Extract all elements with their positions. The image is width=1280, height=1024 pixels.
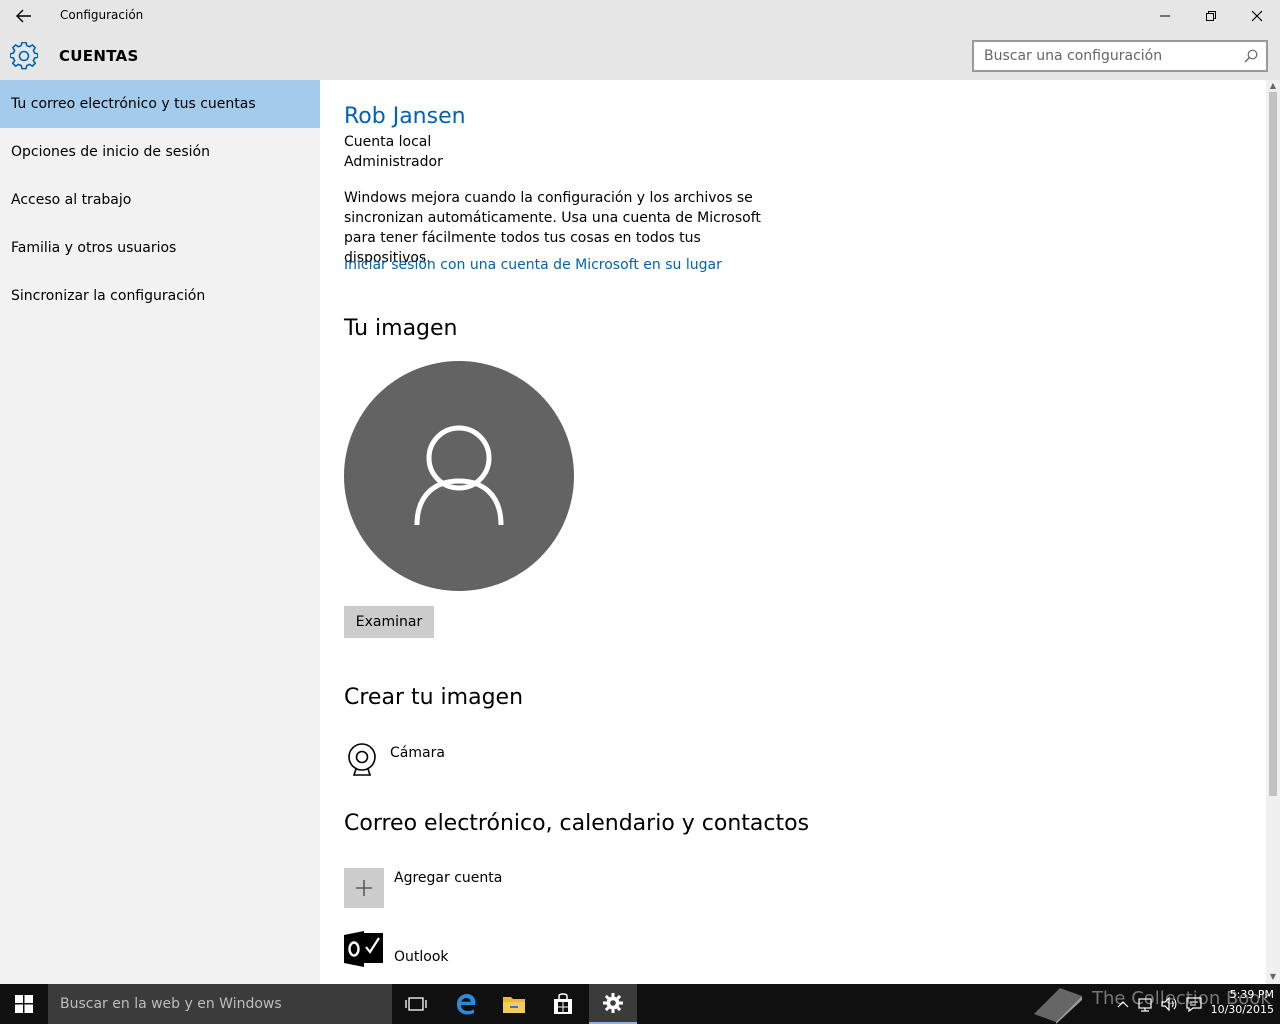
camera-label: Cámara — [390, 745, 445, 761]
avatar — [344, 361, 574, 591]
account-type: Cuenta local — [344, 134, 432, 150]
scroll-thumb[interactable] — [1269, 92, 1277, 796]
volume-icon[interactable] — [1160, 994, 1178, 1014]
sidebar-item-email-accounts[interactable]: Tu correo electrónico y tus cuentas — [0, 80, 320, 128]
task-view-icon — [405, 997, 427, 1011]
folder-icon — [503, 997, 525, 1013]
add-account-option[interactable]: Agregar cuenta — [344, 868, 604, 910]
store-button[interactable] — [539, 984, 587, 1024]
outlook-icon — [344, 931, 383, 967]
camera-option[interactable]: Cámara — [344, 742, 544, 782]
gear-icon — [10, 42, 38, 70]
outlook-label: Outlook — [394, 949, 449, 965]
title-bar: Configuración — [0, 0, 1280, 32]
sidebar-item-work-access[interactable]: Acceso al trabajo — [0, 176, 320, 224]
create-picture-heading: Crear tu imagen — [344, 685, 524, 710]
system-clock[interactable]: 5:39 PM 10/30/2015 — [1206, 987, 1274, 1017]
minimize-icon — [1160, 15, 1170, 17]
taskbar: Buscar en la web y en Windows The Collec… — [0, 984, 1280, 1024]
edge-icon — [457, 994, 476, 1015]
sidebar-item-sync-settings[interactable]: Sincronizar la configuración — [0, 272, 320, 320]
back-arrow-icon — [16, 9, 31, 23]
settings-search[interactable] — [972, 40, 1268, 72]
edge-button[interactable] — [442, 984, 490, 1024]
network-icon[interactable] — [1136, 994, 1154, 1014]
sidebar-item-family[interactable]: Familia y otros usuarios — [0, 224, 320, 272]
start-button[interactable] — [0, 984, 48, 1024]
outlook-account[interactable]: Outlook — [344, 929, 604, 969]
restore-button[interactable] — [1188, 0, 1234, 32]
main-content: Rob Jansen Cuenta local Administrador Wi… — [320, 80, 1266, 984]
settings-gear-icon — [603, 993, 623, 1013]
settings-taskbar-button[interactable] — [589, 984, 637, 1024]
close-icon — [1251, 10, 1263, 22]
email-accounts-heading: Correo electrónico, calendario y contact… — [344, 811, 810, 836]
store-icon — [554, 993, 572, 1014]
picture-heading: Tu imagen — [344, 316, 458, 341]
back-button[interactable] — [0, 0, 48, 32]
account-role: Administrador — [344, 154, 443, 170]
main-scrollbar[interactable]: ▲ ▼ — [1266, 80, 1280, 984]
action-center-icon[interactable] — [1185, 994, 1203, 1014]
microsoft-signin-link[interactable]: Iniciar sesión con una cuenta de Microso… — [344, 257, 722, 273]
plus-icon — [344, 868, 384, 908]
scroll-down-icon[interactable]: ▼ — [1269, 973, 1277, 981]
taskbar-search-placeholder: Buscar en la web y en Windows — [60, 996, 282, 1012]
search-icon[interactable] — [1244, 49, 1258, 63]
close-button[interactable] — [1234, 0, 1280, 32]
chevron-up-icon[interactable] — [1114, 994, 1132, 1014]
scroll-up-icon[interactable]: ▲ — [1269, 82, 1277, 90]
taskbar-search[interactable]: Buscar en la web y en Windows — [48, 984, 392, 1024]
task-view-button[interactable] — [392, 984, 440, 1024]
restore-icon — [1206, 11, 1216, 21]
settings-header: CUENTAS — [0, 32, 1280, 80]
clock-date: 10/30/2015 — [1210, 1003, 1274, 1016]
settings-search-input[interactable] — [974, 42, 1234, 70]
section-title: CUENTAS — [59, 47, 139, 65]
user-name: Rob Jansen — [344, 104, 466, 129]
file-explorer-button[interactable] — [490, 984, 538, 1024]
book-logo-icon — [1034, 988, 1082, 1024]
app-title: Configuración — [60, 8, 144, 22]
webcam-icon — [348, 743, 376, 776]
sidebar: Tu correo electrónico y tus cuentas Opci… — [0, 80, 320, 984]
windows-logo-icon — [15, 995, 33, 1013]
clock-time: 5:39 PM — [1229, 988, 1274, 1001]
user-silhouette-icon — [414, 425, 504, 526]
browse-button[interactable]: Examinar — [344, 606, 434, 638]
sidebar-item-sign-in-options[interactable]: Opciones de inicio de sesión — [0, 128, 320, 176]
minimize-button[interactable] — [1142, 0, 1188, 32]
sync-description: Windows mejora cuando la configuración y… — [344, 190, 761, 266]
add-account-label: Agregar cuenta — [394, 870, 503, 886]
